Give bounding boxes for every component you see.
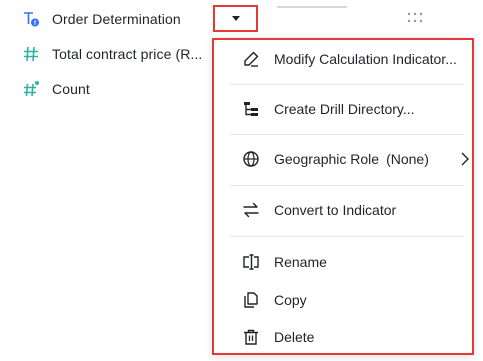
menu-item-label: Rename <box>274 254 327 270</box>
menu-item-convert-to-indicator[interactable]: Convert to Indicator <box>242 197 470 223</box>
copy-icon <box>242 291 260 309</box>
field-dropdown-button[interactable] <box>213 5 258 32</box>
menu-item-label: Geographic Role <box>274 151 380 167</box>
menu-item-copy[interactable]: Copy <box>242 287 470 313</box>
caret-down-icon <box>231 15 240 22</box>
menu-item-create-drill-directory[interactable]: Create Drill Directory... <box>242 96 470 122</box>
convert-arrows-icon <box>242 201 260 219</box>
text-formula-icon: f <box>22 10 40 28</box>
menu-item-label: Delete <box>274 329 315 345</box>
menu-item-modify-calculation-indicator[interactable]: Modify Calculation Indicator... <box>242 46 470 72</box>
menu-item-rename[interactable]: Rename <box>242 249 470 275</box>
field-label: Total contract price (R... <box>52 46 203 62</box>
menu-divider <box>230 84 464 85</box>
trash-icon <box>242 328 260 346</box>
rename-icon <box>242 253 260 271</box>
menu-item-label: Copy <box>274 292 307 308</box>
menu-item-label: Create Drill Directory... <box>274 101 415 117</box>
field-label: Order Determination <box>52 11 181 27</box>
menu-item-label: Modify Calculation Indicator... <box>274 51 457 67</box>
field-label: Count <box>52 81 90 97</box>
globe-icon <box>242 150 260 168</box>
hash-calculated-icon <box>22 80 40 98</box>
chevron-right-icon <box>461 152 469 166</box>
field-panel: f Order Determination Total contract pri… <box>0 0 483 361</box>
menu-divider <box>230 236 464 237</box>
drag-grip-icon <box>407 12 423 24</box>
menu-item-label: Convert to Indicator <box>274 202 397 218</box>
menu-item-geographic-role[interactable]: Geographic Role (None) <box>242 146 470 172</box>
field-item-count[interactable]: Count <box>22 78 90 100</box>
menu-item-delete[interactable]: Delete <box>242 324 470 350</box>
drill-hierarchy-icon <box>242 100 260 118</box>
menu-divider <box>230 134 464 135</box>
menu-divider <box>230 185 464 186</box>
field-context-menu: Modify Calculation Indicator... Create D… <box>212 38 474 355</box>
field-item-order-determination[interactable]: f Order Determination <box>22 8 181 30</box>
edit-icon <box>242 50 260 68</box>
field-item-total-contract-price[interactable]: Total contract price (R... <box>22 43 202 65</box>
hash-icon <box>22 45 40 63</box>
background-panel-hint <box>277 6 347 8</box>
geographic-role-value: (None) <box>386 151 429 167</box>
